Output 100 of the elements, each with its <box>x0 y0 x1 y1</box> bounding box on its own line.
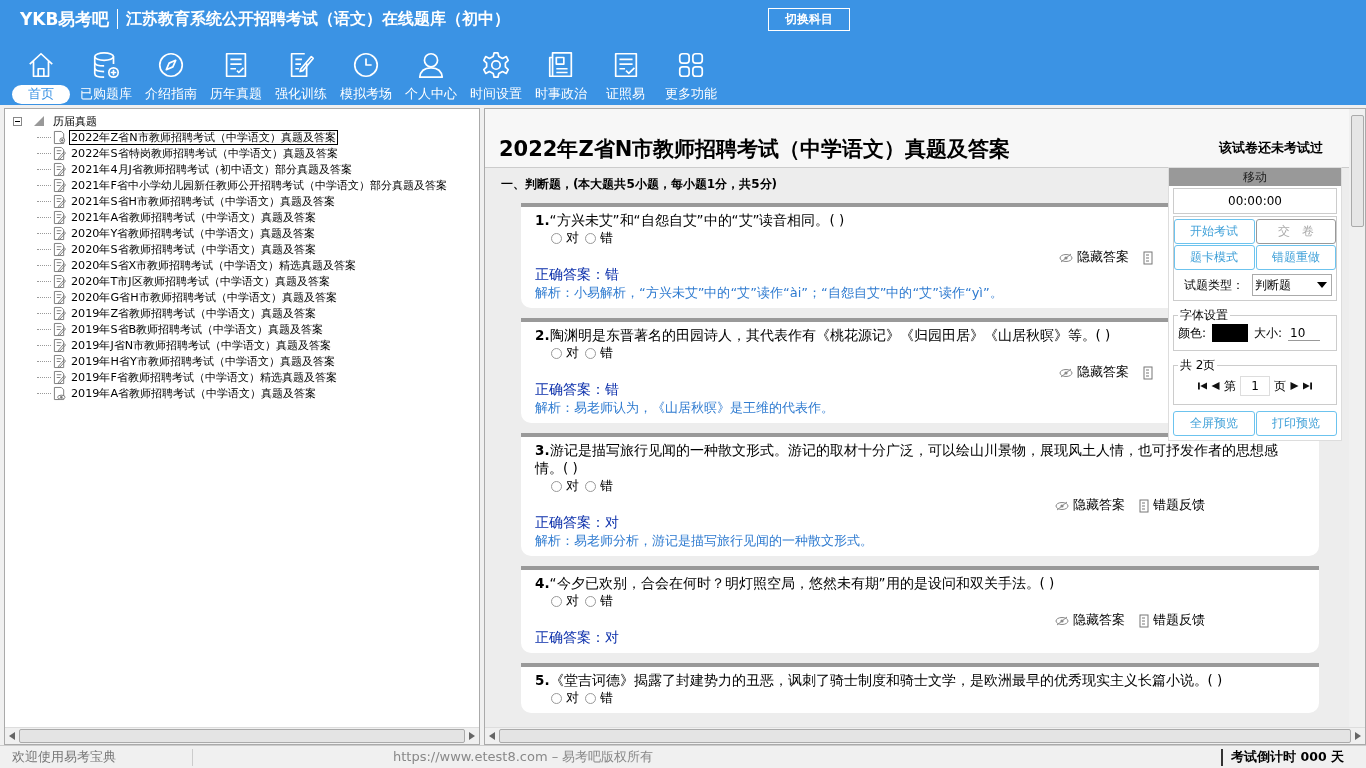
hide-answer-button[interactable]: 隐藏答案 <box>1059 364 1129 381</box>
tree-item[interactable]: 2022年S省特岗教师招聘考试（中学语文）真题及答案 <box>69 145 340 161</box>
settings-icon[interactable] <box>480 50 511 80</box>
page-suffix: 页 <box>1274 377 1286 395</box>
question-type-dropdown[interactable]: 判断题 <box>1252 274 1332 296</box>
panel-move-handle[interactable]: 移动 <box>1169 168 1341 186</box>
page-prefix: 第 <box>1224 377 1236 395</box>
question-text: 1.“方兴未艾”和“自怨自艾”中的“艾”读音相同。( ) <box>535 211 845 229</box>
color-swatch[interactable] <box>1212 324 1249 342</box>
exam-timer: 00:00:00 <box>1173 188 1337 214</box>
answer-option[interactable]: 对 <box>551 344 579 362</box>
answer-option[interactable]: 对 <box>551 592 579 610</box>
answer-analysis: 解析：小易解析，“方兴未艾”中的“艾”读作“ài”；“自怨自艾”中的“艾”读作“yì”。 <box>535 284 1003 302</box>
tree-item[interactable]: 2020年G省H市教师招聘考试（中学语文）真题及答案 <box>69 289 339 305</box>
answer-option[interactable]: 对 <box>551 229 579 247</box>
document-pencil-icon <box>53 289 66 305</box>
font-size-field[interactable]: 10 <box>1288 325 1321 341</box>
document-pencil-icon <box>53 305 66 321</box>
tree-item[interactable]: 2021年4月J省教师招聘考试（初中语文）部分真题及答案 <box>69 161 354 177</box>
document-pencil-icon <box>53 369 66 385</box>
feedback-icon <box>1139 613 1149 628</box>
eye-icon <box>1059 367 1073 378</box>
font-settings-legend: 字体设置 <box>1178 307 1230 324</box>
document-pencil-icon <box>53 177 66 193</box>
tree-item[interactable]: 2021年F省中小学幼儿园新任教师公开招聘考试（中学语文）部分真题及答案 <box>69 177 449 193</box>
tree-item[interactable]: 2020年T市J区教师招聘考试（中学语文）真题及答案 <box>69 273 332 289</box>
tree-item[interactable]: 2020年S省教师招聘考试（中学语文）真题及答案 <box>69 241 318 257</box>
scroll-left-icon[interactable] <box>489 732 495 740</box>
next-page-icon[interactable] <box>1290 382 1299 390</box>
question-type-label: 试题类型： <box>1184 276 1244 294</box>
page-count-legend: 共 2页 <box>1178 357 1218 374</box>
feedback-icon <box>1139 498 1149 513</box>
hide-answer-button[interactable]: 隐藏答案 <box>1055 612 1125 629</box>
feedback-icon[interactable] <box>1143 250 1153 265</box>
dropdown-caret-icon <box>1317 282 1327 288</box>
correct-answer: 正确答案：对 <box>535 514 619 532</box>
document-pencil-icon <box>53 225 66 241</box>
answer-option[interactable]: 对 <box>551 477 579 495</box>
last-page-icon[interactable] <box>1303 382 1312 390</box>
document-pencil-icon <box>53 353 66 369</box>
correct-answer: 正确答案：对 <box>535 629 619 647</box>
app-title: 江苏教育系统公开招聘考试（语文）在线题库（初中） <box>125 8 512 30</box>
tree-item[interactable]: 2019年S省B教师招聘考试（中学语文）真题及答案 <box>69 321 326 337</box>
scroll-right-icon[interactable] <box>1355 732 1361 740</box>
tree-item[interactable]: 2021年S省H市教师招聘考试（中学语文）真题及答案 <box>69 193 337 209</box>
answer-option[interactable]: 错 <box>585 477 613 495</box>
paper-title: 2022年Z省N市教师招聘考试（中学语文）真题及答案 <box>499 136 1011 163</box>
first-page-icon[interactable] <box>1198 382 1207 390</box>
color-label: 颜色: <box>1178 324 1207 342</box>
hide-answer-button[interactable]: 隐藏答案 <box>1059 249 1129 266</box>
correct-answer: 正确答案：错 <box>535 266 619 284</box>
error-feedback-button[interactable]: 错题反馈 <box>1139 497 1205 514</box>
eye-icon <box>1059 252 1073 263</box>
answer-analysis: 解析：易老师认为，《山居秋暝》是王维的代表作。 <box>535 399 834 417</box>
answer-option[interactable]: 错 <box>585 344 613 362</box>
tree-item[interactable]: 2020年S省X市教师招聘考试（中学语文）精选真题及答案 <box>69 257 359 273</box>
eye-icon <box>1055 500 1069 511</box>
answer-option[interactable]: 对 <box>551 689 579 707</box>
document-pencil-icon <box>53 209 66 225</box>
copyright-text: https://www.etest8.com – 易考吧版权所有 <box>393 748 654 766</box>
tree-root-label[interactable]: 历届真题 <box>51 113 99 129</box>
error-feedback-button[interactable]: 错题反馈 <box>1139 612 1205 629</box>
document-pencil-icon <box>53 145 66 161</box>
collapse-toggle[interactable] <box>13 116 25 126</box>
tree-item[interactable]: 2019年H省Y市教师招聘考试（中学语文）真题及答案 <box>69 353 337 369</box>
document-pencil-icon <box>53 257 66 273</box>
page-number-field[interactable]: 1 <box>1240 376 1270 396</box>
question-text: 3.游记是描写旅行见闻的一种散文形式。游记的取材十分广泛，可以绘山川景物，展现风土人情，也可抒发作者的思想感情。( ) <box>535 441 1279 477</box>
tree-item[interactable]: 2020年Y省教师招聘考试（中学语文）真题及答案 <box>69 225 318 241</box>
question-text: 4.“今夕已欢别，合会在何时？明灯照空局，悠然未有期”用的是设问和双关手法。( ) <box>535 574 1055 592</box>
document-pencil-icon <box>53 241 66 257</box>
exam-status: 该试卷还未考试过 <box>1219 139 1323 157</box>
document-pin-icon <box>53 129 66 145</box>
tree-item[interactable]: 2019年F省教师招聘考试（中学语文）精选真题及答案 <box>69 369 339 385</box>
answer-option[interactable]: 错 <box>585 229 613 247</box>
correct-answer: 正确答案：错 <box>535 381 619 399</box>
scroll-left-icon[interactable] <box>9 732 15 740</box>
eye-icon <box>1055 615 1069 626</box>
document-pencil-icon <box>53 321 66 337</box>
document-pencil-icon <box>53 161 66 177</box>
scroll-right-icon[interactable] <box>469 732 475 740</box>
document-pencil-icon <box>53 193 66 209</box>
hide-answer-button[interactable]: 隐藏答案 <box>1055 497 1125 514</box>
folder-triangle-icon <box>33 115 45 127</box>
answer-option[interactable]: 错 <box>585 689 613 707</box>
tree-item[interactable]: 2019年J省N市教师招聘考试（中学语文）真题及答案 <box>69 337 334 353</box>
answer-analysis: 解析：易老师分析，游记是描写旅行见闻的一种散文形式。 <box>535 532 873 550</box>
document-pencil-icon <box>53 337 66 353</box>
tree-item[interactable]: 2019年Z省教师招聘考试（中学语文）真题及答案 <box>69 305 319 321</box>
previous-page-icon[interactable] <box>1211 382 1220 390</box>
feedback-icon[interactable] <box>1143 365 1153 380</box>
horizontal-scrollbar[interactable] <box>485 727 1365 744</box>
answer-option[interactable]: 错 <box>585 592 613 610</box>
document-pencil-icon <box>53 273 66 289</box>
tree-item[interactable]: 2021年A省教师招聘考试（中学语文）真题及答案 <box>69 209 319 225</box>
horizontal-scrollbar[interactable] <box>5 727 479 744</box>
tree-item[interactable]: 2022年Z省N市教师招聘考试（中学语文）真题及答案 <box>69 129 338 145</box>
question-text: 5.《堂吉诃德》揭露了封建势力的丑恶，讽刺了骑士制度和骑士文学，是欧洲最早的优秀现实主义长篇小说。( ) <box>535 671 1223 689</box>
document-eye-icon <box>53 385 66 401</box>
tree-item[interactable]: 2019年A省教师招聘考试（中学语文）真题及答案 <box>69 385 319 401</box>
